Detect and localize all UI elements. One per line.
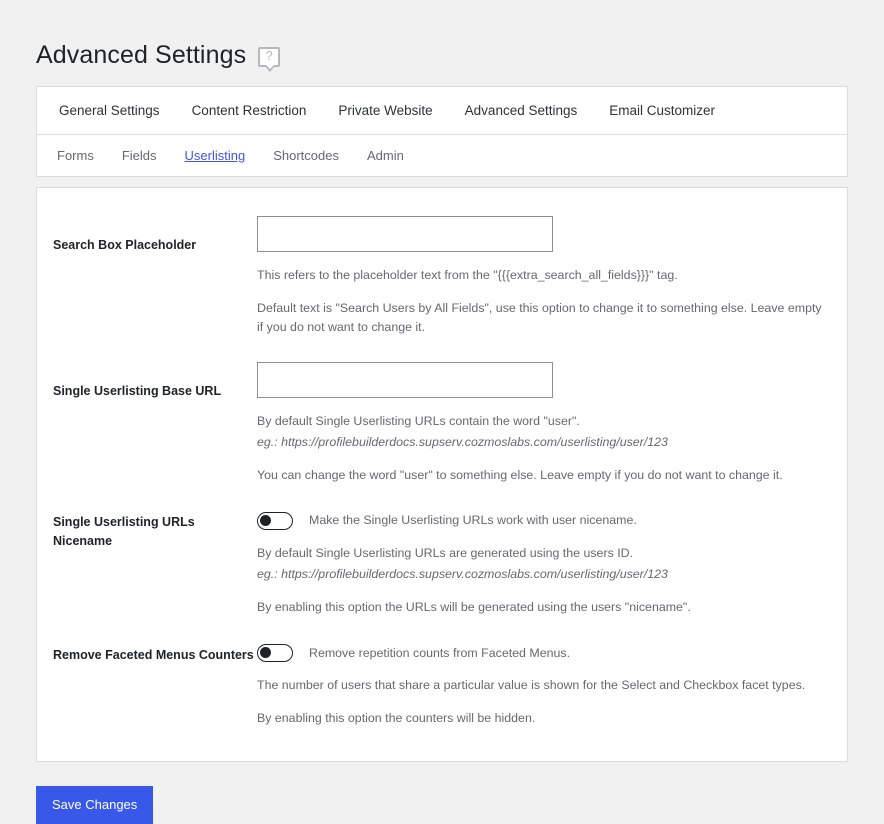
toggle-text-faceted-counters: Remove repetition counts from Faceted Me… bbox=[309, 645, 571, 660]
body-remove-faceted-menus-counters: Remove repetition counts from Faceted Me… bbox=[257, 642, 831, 729]
subtab-admin[interactable]: Admin bbox=[353, 136, 418, 176]
body-single-userlisting-urls-nicename: Make the Single Userlisting URLs work wi… bbox=[257, 509, 831, 617]
body-single-userlisting-base-url: By default Single Userlisting URLs conta… bbox=[257, 361, 831, 486]
tab-advanced-settings[interactable]: Advanced Settings bbox=[449, 88, 594, 134]
desc-single-userlisting-base-url-1: By default Single Userlisting URLs conta… bbox=[257, 413, 580, 428]
toggle-single-userlisting-urls-nicename[interactable] bbox=[257, 511, 293, 530]
subtab-forms[interactable]: Forms bbox=[47, 136, 108, 176]
toggle-knob bbox=[260, 514, 271, 526]
example-url-base: eg.: https://profilebuilderdocs.supserv.… bbox=[257, 434, 668, 449]
primary-tab-bar: General Settings Content Restriction Pri… bbox=[37, 87, 847, 135]
desc-single-userlisting-base-url-2: You can change the word "user" to someth… bbox=[257, 468, 783, 483]
page-title: Advanced Settings bbox=[36, 40, 247, 69]
save-area: Save Changes bbox=[36, 785, 848, 824]
subtab-fields[interactable]: Fields bbox=[108, 136, 171, 176]
example-url-nicename: eg.: https://profilebuilderdocs.supserv.… bbox=[257, 567, 668, 582]
secondary-tab-bar: Forms Fields Userlisting Shortcodes Admi… bbox=[37, 135, 847, 176]
label-single-userlisting-base-url: Single Userlisting Base URL bbox=[53, 383, 222, 398]
subtab-userlisting[interactable]: Userlisting bbox=[171, 136, 260, 176]
tab-email-customizer[interactable]: Email Customizer bbox=[593, 88, 731, 134]
tab-private-website[interactable]: Private Website bbox=[322, 88, 448, 134]
help-question-mark: ? bbox=[265, 47, 273, 63]
tabs-card: General Settings Content Restriction Pri… bbox=[36, 86, 848, 177]
toggle-remove-faceted-menus-counters[interactable] bbox=[257, 643, 293, 662]
label-search-box-placeholder: Search Box Placeholder bbox=[53, 238, 197, 252]
toggle-text-nicename: Make the Single Userlisting URLs work wi… bbox=[309, 513, 637, 528]
desc-faceted-counters-1: The number of users that share a particu… bbox=[257, 678, 806, 693]
toggle-line-faceted-counters: Remove repetition counts from Faceted Me… bbox=[257, 643, 825, 663]
desc-faceted-counters-2: By enabling this option the counters wil… bbox=[257, 711, 536, 726]
page-header: Advanced Settings ? bbox=[0, 0, 884, 86]
toggle-knob bbox=[260, 646, 271, 658]
save-changes-button[interactable]: Save Changes bbox=[36, 785, 154, 824]
tab-content-restriction[interactable]: Content Restriction bbox=[176, 88, 323, 134]
tab-general-settings[interactable]: General Settings bbox=[47, 88, 176, 134]
desc-nicename-example: eg.: https://profilebuilderdocs.supserv.… bbox=[257, 565, 825, 584]
setting-row-single-userlisting-base-url: Single Userlisting Base URL By default S… bbox=[37, 348, 847, 496]
settings-panel: Search Box Placeholder This refers to th… bbox=[36, 187, 848, 762]
desc-single-userlisting-base-url-example: eg.: https://profilebuilderdocs.supserv.… bbox=[257, 433, 825, 452]
label-remove-faceted-menus-counters: Remove Faceted Menus Counters bbox=[53, 647, 254, 662]
subtab-shortcodes[interactable]: Shortcodes bbox=[259, 136, 353, 176]
label-single-userlisting-urls-nicename: Single Userlisting URLs Nicename bbox=[53, 515, 195, 549]
toggle-line-nicename: Make the Single Userlisting URLs work wi… bbox=[257, 511, 825, 530]
single-userlisting-base-url-input[interactable] bbox=[257, 361, 553, 398]
search-box-placeholder-input[interactable] bbox=[257, 216, 553, 252]
desc-search-box-placeholder-1: This refers to the placeholder text from… bbox=[257, 268, 678, 282]
desc-nicename-1: By default Single Userlisting URLs are g… bbox=[257, 545, 634, 560]
setting-row-remove-faceted-menus-counters: Remove Faceted Menus Counters Remove rep… bbox=[37, 628, 847, 739]
setting-row-search-box-placeholder: Search Box Placeholder This refers to th… bbox=[37, 202, 847, 348]
help-bubble-icon[interactable]: ? bbox=[258, 46, 281, 72]
desc-search-box-placeholder-2: Default text is "Search Users by All Fie… bbox=[257, 301, 822, 335]
desc-nicename-2: By enabling this option the URLs will be… bbox=[257, 600, 691, 615]
setting-row-single-userlisting-urls-nicename: Single Userlisting URLs Nicename Make th… bbox=[37, 495, 847, 627]
body-search-box-placeholder: This refers to the placeholder text from… bbox=[257, 216, 831, 338]
